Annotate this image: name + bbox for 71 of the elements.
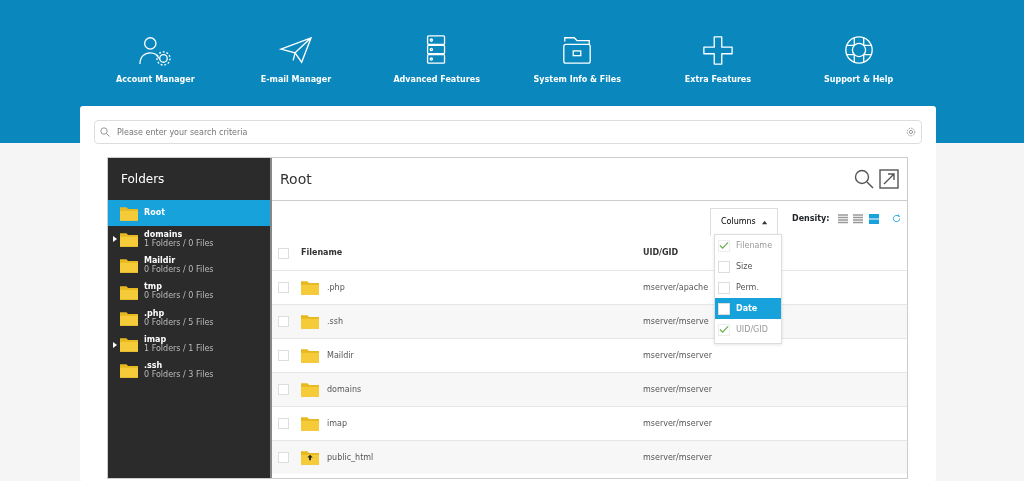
folder-icon xyxy=(301,382,319,397)
file-name[interactable]: Maildir xyxy=(327,349,354,362)
columns-button[interactable]: Columns xyxy=(710,207,778,236)
nav-item[interactable]: System Info & Files xyxy=(507,34,648,86)
users-icon xyxy=(138,34,173,66)
nav-item[interactable]: Support & Help xyxy=(788,34,929,86)
nav-item[interactable]: E-mail Manager xyxy=(226,34,366,86)
folder-icon xyxy=(120,363,138,379)
folder-item[interactable]: Maildir 0 Folders / 0 Files xyxy=(108,252,270,279)
density-icon[interactable] xyxy=(868,213,879,224)
menu-item[interactable]: Size xyxy=(715,256,781,277)
plus-icon xyxy=(700,34,735,66)
checkbox[interactable] xyxy=(718,239,730,252)
table-cell: mserver/mserver xyxy=(643,417,712,430)
panel-title: Root xyxy=(280,169,312,189)
folder-upload-icon xyxy=(301,450,319,465)
folder-icon xyxy=(301,280,319,295)
column-header: Filename xyxy=(301,247,344,259)
checkbox[interactable] xyxy=(278,316,289,327)
file-name[interactable]: domains xyxy=(327,383,362,396)
checkbox[interactable] xyxy=(718,260,730,273)
expand-arrow-icon[interactable] xyxy=(113,341,117,348)
density-label: Density: xyxy=(792,212,830,225)
sidebar-title: Folders xyxy=(120,171,166,188)
file-name[interactable]: public_html xyxy=(327,451,374,464)
folder-item[interactable]: tmp 0 Folders / 0 Files xyxy=(108,278,270,306)
settings-icon[interactable] xyxy=(906,127,916,137)
file-name[interactable]: .ssh xyxy=(327,315,343,328)
table-cell: mserver/mserve xyxy=(643,315,709,328)
folder-icon xyxy=(120,231,138,247)
table-cell: mserver/mserver xyxy=(643,383,712,396)
folder-item[interactable]: .ssh 0 Folders / 3 Files xyxy=(108,357,270,385)
density-icon[interactable] xyxy=(853,213,863,224)
caret-icon xyxy=(761,219,767,225)
file-name[interactable]: .php xyxy=(327,281,345,294)
folder-icon xyxy=(301,348,319,363)
folder-item[interactable]: .php 0 Folders / 5 Files xyxy=(108,305,270,332)
folder-item[interactable]: imap 1 Folders / 1 Files xyxy=(108,331,270,358)
column-header: UID/GID xyxy=(643,247,679,259)
checkbox[interactable] xyxy=(278,282,289,293)
expand-icon[interactable] xyxy=(879,169,899,189)
nav-item[interactable]: Advanced Features xyxy=(366,34,507,86)
nav-item[interactable]: Extra Features xyxy=(647,34,788,86)
checkbox[interactable] xyxy=(278,418,289,429)
table-cell: mserver/mserver xyxy=(643,349,712,362)
checkbox[interactable] xyxy=(718,281,730,294)
table-cell: mserver/apache xyxy=(643,281,709,294)
checkbox[interactable] xyxy=(278,452,289,463)
search-field[interactable]: Please enter your search criteria xyxy=(94,120,922,144)
file-name[interactable]: imap xyxy=(327,417,347,430)
folder-icon xyxy=(120,284,138,300)
search-icon[interactable] xyxy=(853,169,874,189)
checkbox[interactable] xyxy=(718,302,730,315)
refresh-icon[interactable] xyxy=(892,214,901,223)
folder-icon xyxy=(120,337,138,353)
checkbox[interactable] xyxy=(278,384,289,395)
table-cell: mserver/mserver xyxy=(643,451,712,464)
checkbox[interactable] xyxy=(718,323,730,336)
folder-icon xyxy=(120,205,138,221)
paper-plane-icon xyxy=(279,34,313,66)
density-icon[interactable] xyxy=(837,213,848,224)
folder-icon xyxy=(120,310,138,326)
folder-icon xyxy=(120,258,138,274)
folder-item[interactable]: domains 1 Folders / 0 Files xyxy=(108,226,270,253)
checkbox[interactable] xyxy=(278,350,289,361)
expand-arrow-icon[interactable] xyxy=(113,236,117,243)
folder-icon xyxy=(301,416,319,431)
checkbox[interactable] xyxy=(278,247,289,259)
nav-item[interactable]: Account Manager xyxy=(85,34,226,86)
folder-icon xyxy=(301,314,319,329)
menu-item[interactable]: Perm. xyxy=(715,277,781,298)
